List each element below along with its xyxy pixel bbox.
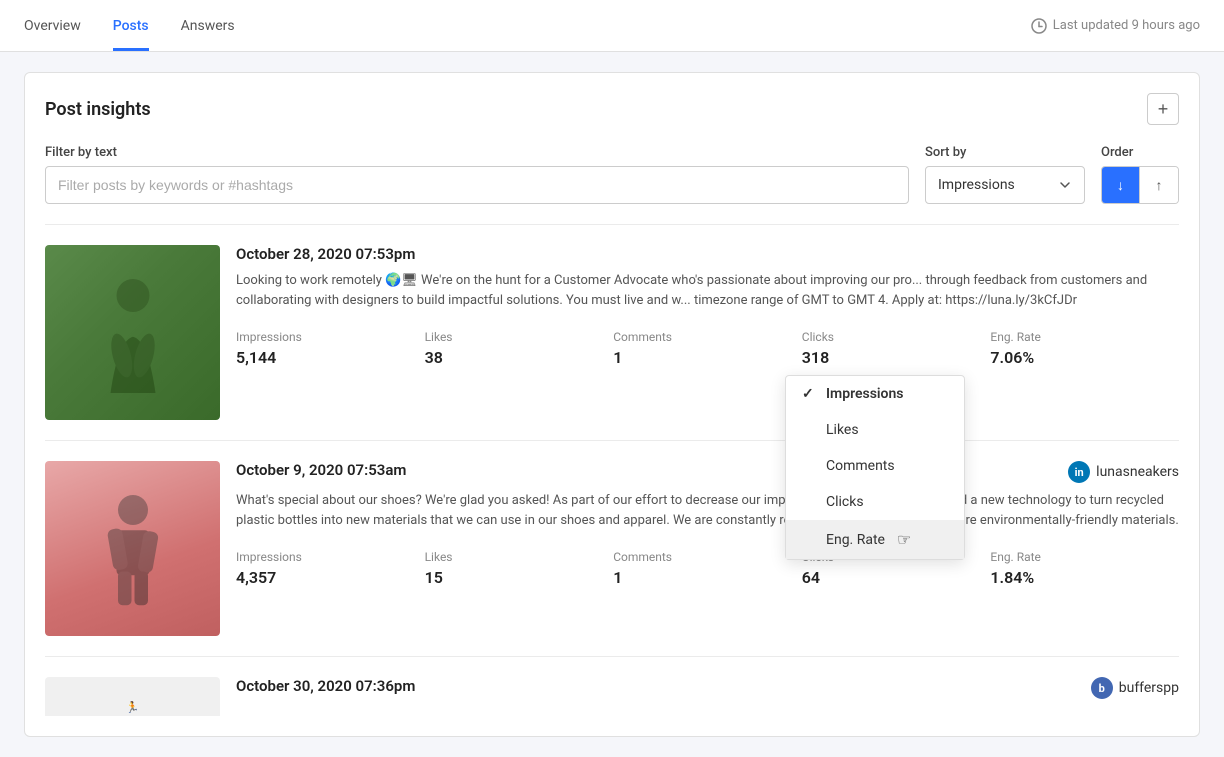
sort-option-eng-rate-label: Eng. Rate <box>826 532 885 548</box>
sort-option-impressions[interactable]: ✓ Impressions <box>786 376 964 412</box>
post-text-2: What's special about our shoes? We're gl… <box>236 491 1179 530</box>
order-asc-button[interactable]: ↑ <box>1140 167 1178 203</box>
stat-clicks: Clicks 318 <box>802 330 991 367</box>
stat-comments-2: Comments 1 <box>613 550 802 587</box>
sort-option-comments-label: Comments <box>826 458 895 474</box>
post-account: in lunasneakers <box>1068 461 1179 483</box>
buffer-icon: b <box>1091 677 1113 699</box>
tab-posts[interactable]: Posts <box>113 0 149 51</box>
post-header-3: October 30, 2020 07:36pm b bufferspp <box>236 677 1179 699</box>
sort-option-comments[interactable]: ✓ Comments <box>786 448 964 484</box>
order-desc-button[interactable]: ↓ <box>1102 167 1140 203</box>
sort-option-likes-label: Likes <box>826 422 859 438</box>
post-image-1 <box>45 245 220 420</box>
stat-impressions: Impressions 5,144 <box>236 330 425 367</box>
account-name: lunasneakers <box>1096 464 1179 480</box>
chevron-down-icon <box>1058 178 1072 192</box>
stat-eng-rate-label: Eng. Rate <box>990 330 1179 344</box>
sort-option-clicks[interactable]: ✓ Clicks <box>786 484 964 520</box>
post-thumbnail-3: 🏃 <box>45 677 220 716</box>
stat-comments: Comments 1 <box>613 330 802 367</box>
post-image-2 <box>45 461 220 636</box>
filter-sort-row: Filter by text Sort by Impressions ✓ Imp… <box>45 145 1179 204</box>
order-label: Order <box>1101 145 1179 160</box>
stat-clicks-value-2: 64 <box>802 568 991 587</box>
post-thumbnail-2 <box>45 461 220 636</box>
stat-comments-value: 1 <box>613 348 802 367</box>
stat-likes-label-2: Likes <box>425 550 614 564</box>
stat-eng-rate: Eng. Rate 7.06% <box>990 330 1179 367</box>
post-date-3: October 30, 2020 07:36pm <box>236 677 415 695</box>
stat-impressions-value: 5,144 <box>236 348 425 367</box>
post-insights-card: Post insights + Filter by text Sort by I… <box>24 72 1200 737</box>
cursor-icon: ☞ <box>897 530 911 549</box>
stat-eng-rate-value: 7.06% <box>990 348 1179 367</box>
sort-current-value: Impressions <box>938 177 1015 193</box>
post-header-2: October 9, 2020 07:53am in lunasneakers <box>236 461 1179 483</box>
stat-eng-rate-label-2: Eng. Rate <box>990 550 1179 564</box>
filter-section: Filter by text <box>45 145 909 204</box>
post-text: Looking to work remotely 🌍🖥 We're on the… <box>236 271 1179 310</box>
filter-label: Filter by text <box>45 145 909 160</box>
post-date: October 28, 2020 07:53pm <box>236 245 415 263</box>
nav-tabs: Overview Posts Answers <box>24 0 235 51</box>
card-header: Post insights + <box>45 93 1179 125</box>
sort-label: Sort by <box>925 145 1085 160</box>
post-stats-2: Impressions 4,357 Likes 15 Comments 1 Cl… <box>236 550 1179 587</box>
stat-impressions-label: Impressions <box>236 330 425 344</box>
stat-impressions-value-2: 4,357 <box>236 568 425 587</box>
sort-option-eng-rate[interactable]: ✓ Eng. Rate ☞ <box>786 520 964 559</box>
stat-clicks-value: 318 <box>802 348 991 367</box>
post-stats: Impressions 5,144 Likes 38 Comments 1 Cl… <box>236 330 1179 367</box>
stat-eng-rate-value-2: 1.84% <box>990 568 1179 587</box>
main-content: Post insights + Filter by text Sort by I… <box>0 52 1224 757</box>
post-account-3: b bufferspp <box>1091 677 1179 699</box>
stat-comments-label-2: Comments <box>613 550 802 564</box>
sort-option-impressions-label: Impressions <box>826 386 903 402</box>
post-date-2: October 9, 2020 07:53am <box>236 461 406 479</box>
tab-overview[interactable]: Overview <box>24 0 81 51</box>
stat-likes-value: 38 <box>425 348 614 367</box>
stat-comments-label: Comments <box>613 330 802 344</box>
clock-icon <box>1031 18 1047 34</box>
top-navigation: Overview Posts Answers Last updated 9 ho… <box>0 0 1224 52</box>
last-updated-label: Last updated 9 hours ago <box>1053 18 1200 33</box>
stat-impressions-2: Impressions 4,357 <box>236 550 425 587</box>
post-thumbnail <box>45 245 220 420</box>
sort-dropdown[interactable]: Impressions <box>925 166 1085 204</box>
stat-likes-2: Likes 15 <box>425 550 614 587</box>
sort-option-clicks-label: Clicks <box>826 494 864 510</box>
tab-answers[interactable]: Answers <box>181 0 235 51</box>
linkedin-icon: in <box>1068 461 1090 483</box>
card-title: Post insights <box>45 99 151 120</box>
sort-option-likes[interactable]: ✓ Likes <box>786 412 964 448</box>
post-content: October 28, 2020 07:53pm Looking to work… <box>236 245 1179 420</box>
stat-likes: Likes 38 <box>425 330 614 367</box>
account-name-3: bufferspp <box>1119 680 1179 696</box>
post-header: October 28, 2020 07:53pm <box>236 245 1179 263</box>
add-button[interactable]: + <box>1147 93 1179 125</box>
order-buttons: ↓ ↑ <box>1101 166 1179 204</box>
filter-input[interactable] <box>45 166 909 204</box>
check-icon: ✓ <box>802 386 818 402</box>
stat-likes-value-2: 15 <box>425 568 614 587</box>
post-image-3-placeholder: 🏃 <box>126 701 140 714</box>
post-row-partial: 🏃 October 30, 2020 07:36pm b bufferspp <box>45 656 1179 716</box>
stat-likes-label: Likes <box>425 330 614 344</box>
stat-clicks-label: Clicks <box>802 330 991 344</box>
post-row: October 28, 2020 07:53pm Looking to work… <box>45 224 1179 440</box>
stat-comments-value-2: 1 <box>613 568 802 587</box>
post-content-2: October 9, 2020 07:53am in lunasneakers … <box>236 461 1179 636</box>
sort-dropdown-menu: ✓ Impressions ✓ Likes ✓ Comments ✓ Click… <box>785 375 965 560</box>
stat-eng-rate-2: Eng. Rate 1.84% <box>990 550 1179 587</box>
post-row: October 9, 2020 07:53am in lunasneakers … <box>45 440 1179 656</box>
sort-section: Sort by Impressions ✓ Impressions ✓ Li <box>925 145 1085 204</box>
last-updated-text: Last updated 9 hours ago <box>1031 18 1200 34</box>
post-content-3: October 30, 2020 07:36pm b bufferspp <box>236 677 1179 696</box>
order-section: Order ↓ ↑ <box>1101 145 1179 204</box>
stat-impressions-label-2: Impressions <box>236 550 425 564</box>
